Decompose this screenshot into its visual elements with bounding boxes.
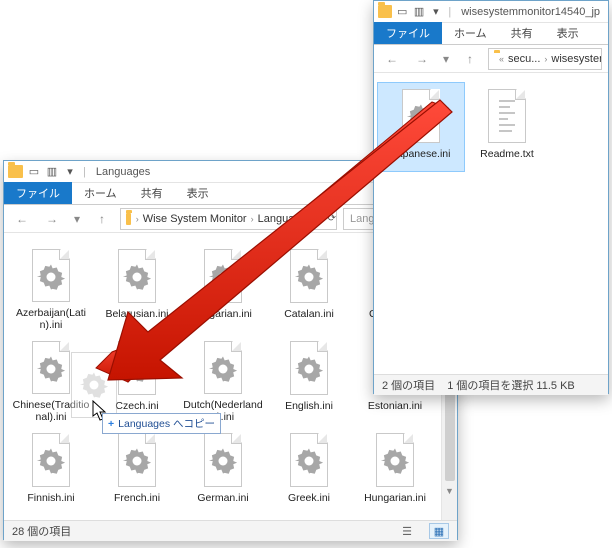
tab-view[interactable]: 表示 <box>175 183 221 204</box>
breadcrumb-folder-icon <box>126 213 131 225</box>
ini-file-icon <box>198 338 248 397</box>
file-label: Japanese.ini <box>392 148 451 160</box>
ini-file-icon <box>112 338 162 398</box>
tab-file[interactable]: ファイル <box>374 22 442 44</box>
file-item[interactable]: Chinese(Traditional).ini <box>8 335 94 423</box>
file-label: Czech.ini <box>115 400 158 412</box>
ini-file-icon <box>198 430 248 490</box>
ini-file-icon <box>284 430 334 490</box>
view-details-button[interactable]: ☰ <box>397 523 417 539</box>
nav-recent-button[interactable]: ▾ <box>70 208 84 230</box>
ini-file-icon <box>284 338 334 398</box>
nav-up-button[interactable]: ↑ <box>90 208 114 230</box>
content-area[interactable]: Japanese.ini Readme.txt <box>374 73 608 374</box>
qat-new-folder-icon[interactable]: ▥ <box>45 165 59 179</box>
items-view[interactable]: Japanese.ini Readme.txt <box>374 73 608 177</box>
file-label: Hungarian.ini <box>364 492 426 504</box>
ini-file-icon <box>284 246 334 306</box>
tab-share[interactable]: 共有 <box>499 23 545 44</box>
ini-file-icon <box>112 246 162 306</box>
file-item[interactable]: Catalan.ini <box>266 243 352 331</box>
address-bar: ← → ▾ ↑ « secu... › wisesystemmonitor145… <box>374 45 608 73</box>
file-label: English.ini <box>285 400 333 412</box>
status-item-count: 2 個の項目 <box>382 377 435 393</box>
breadcrumb[interactable]: › Wise System Monitor › Languages › ⌄ ⟳ <box>120 208 337 230</box>
file-label: Dutch(Nederlands).ini <box>182 399 264 423</box>
breadcrumb-part[interactable]: Wise System Monitor <box>139 213 251 225</box>
ini-file-icon <box>26 430 76 490</box>
ini-file-icon <box>26 246 76 305</box>
ini-file-icon <box>198 246 248 306</box>
nav-forward-button[interactable]: → <box>410 48 434 70</box>
status-selection: 1 個の項目を選択 11.5 KB <box>447 377 575 393</box>
folder-icon <box>8 165 23 178</box>
file-item[interactable]: Finnish.ini <box>8 427 94 515</box>
breadcrumb-part[interactable]: wisesystemmonitor14540... <box>547 53 602 65</box>
breadcrumb[interactable]: « secu... › wisesystemmonitor14540... <box>488 48 602 70</box>
nav-back-button[interactable]: ← <box>10 208 34 230</box>
file-label: Catalan.ini <box>284 308 334 320</box>
address-refresh-button[interactable]: ⟳ <box>328 213 336 224</box>
file-item[interactable]: Greek.ini <box>266 427 352 515</box>
nav-up-button[interactable]: ↑ <box>458 48 482 70</box>
scroll-down-button[interactable]: ▼ <box>442 483 457 499</box>
separator: | <box>83 166 86 178</box>
file-item[interactable]: Bulgarian.ini <box>180 243 266 331</box>
window-source: ▭ ▥ ▾ | wisesystemmonitor14540_jp ファイル ホ… <box>373 0 609 394</box>
file-item[interactable]: Czech.ini <box>94 335 180 423</box>
file-item[interactable]: Azerbaijan(Latin).ini <box>8 243 94 331</box>
ini-file-icon <box>112 430 162 490</box>
ini-file-icon <box>26 338 76 397</box>
file-label: German.ini <box>197 492 248 504</box>
file-label: Estonian.ini <box>368 400 422 412</box>
address-dropdown-button[interactable]: ⌄ <box>319 213 328 224</box>
qat-customize-icon[interactable]: ▾ <box>430 5 443 19</box>
file-item[interactable]: Japanese.ini <box>378 83 464 171</box>
file-item[interactable]: Belarusian.ini <box>94 243 180 331</box>
statusbar: 2 個の項目 1 個の項目を選択 11.5 KB <box>374 374 608 395</box>
file-label: Readme.txt <box>480 148 534 160</box>
ini-file-icon <box>370 430 420 490</box>
nav-back-button[interactable]: ← <box>380 48 404 70</box>
ini-file-icon <box>396 86 446 146</box>
file-item[interactable]: Readme.txt <box>464 83 550 171</box>
titlebar[interactable]: ▭ ▥ ▾ | wisesystemmonitor14540_jp <box>374 1 608 23</box>
qat-props-icon[interactable]: ▭ <box>396 5 409 19</box>
folder-icon <box>378 5 392 18</box>
tab-home[interactable]: ホーム <box>72 183 129 204</box>
file-label: Chinese(Traditional).ini <box>10 399 92 423</box>
file-item[interactable]: French.ini <box>94 427 180 515</box>
file-label: Belarusian.ini <box>105 308 168 320</box>
file-label: Bulgarian.ini <box>194 308 252 320</box>
file-label: French.ini <box>114 492 160 504</box>
nav-recent-button[interactable]: ▾ <box>440 48 452 70</box>
txt-file-icon <box>482 86 532 146</box>
ribbon-tabs: ファイル ホーム 共有 表示 <box>374 23 608 45</box>
file-item[interactable]: German.ini <box>180 427 266 515</box>
file-label: Finnish.ini <box>27 492 74 504</box>
tab-file[interactable]: ファイル <box>4 182 72 204</box>
nav-forward-button[interactable]: → <box>40 208 64 230</box>
separator: | <box>448 6 451 18</box>
tab-view[interactable]: 表示 <box>545 23 591 44</box>
status-item-count: 28 個の項目 <box>12 523 71 539</box>
statusbar: 28 個の項目 ☰ ▦ <box>4 520 457 541</box>
file-item[interactable]: Dutch(Nederlands).ini <box>180 335 266 423</box>
qat-props-icon[interactable]: ▭ <box>27 165 41 179</box>
qat-customize-icon[interactable]: ▾ <box>63 165 77 179</box>
file-item[interactable]: English.ini <box>266 335 352 423</box>
view-icons-button[interactable]: ▦ <box>429 523 449 539</box>
breadcrumb-part[interactable]: secu... <box>504 53 544 65</box>
qat-new-folder-icon[interactable]: ▥ <box>413 5 426 19</box>
file-item[interactable]: Hungarian.ini <box>352 427 438 515</box>
file-label: Greek.ini <box>288 492 330 504</box>
window-title: wisesystemmonitor14540_jp <box>461 6 600 18</box>
tab-home[interactable]: ホーム <box>442 23 499 44</box>
breadcrumb-part[interactable]: Languages <box>254 213 316 225</box>
tab-share[interactable]: 共有 <box>129 183 175 204</box>
file-label: Azerbaijan(Latin).ini <box>10 307 92 331</box>
window-title: Languages <box>96 166 150 178</box>
